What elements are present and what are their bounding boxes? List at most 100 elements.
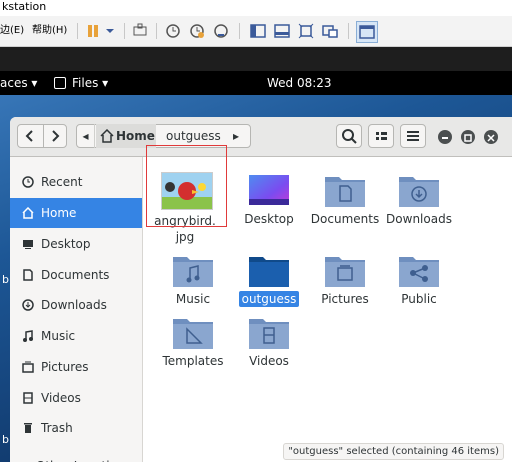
videos-folder-icon: [249, 319, 289, 349]
pictures-folder-icon: [325, 257, 365, 287]
toolbar-separator: [348, 23, 349, 39]
fullscreen-icon[interactable]: [298, 23, 314, 39]
maximize-icon: [464, 134, 472, 142]
music-icon: [23, 330, 33, 342]
search-button[interactable]: [336, 124, 362, 148]
send-keys-icon[interactable]: [132, 23, 148, 39]
download-icon: [22, 299, 34, 311]
toolbar-separator: [156, 23, 157, 39]
sidebar-item-label: Trash: [41, 421, 73, 435]
templates-folder-icon: [173, 319, 213, 349]
file-item[interactable]: Downloads: [380, 165, 458, 243]
host-toolbar: 边(E) 帮助(H): [0, 16, 512, 47]
file-name: outguess: [230, 291, 308, 307]
console-view-icon[interactable]: [274, 23, 290, 39]
forward-button[interactable]: [43, 125, 67, 147]
sidebar-item-trash[interactable]: Trash: [10, 413, 142, 443]
file-item[interactable]: Documents: [306, 165, 384, 243]
file-name: Desktop: [244, 212, 294, 226]
recent-icon: [22, 176, 34, 188]
sidebar-item-label: Music: [41, 329, 76, 343]
menu-help[interactable]: 帮助(H): [32, 22, 67, 40]
sidebar-item-home[interactable]: Home: [10, 198, 142, 228]
menu-button[interactable]: [400, 124, 426, 148]
vm-frame-top: [0, 47, 512, 71]
file-name: Videos: [249, 354, 289, 368]
home-icon: [100, 129, 114, 143]
revert-snapshot-icon[interactable]: [189, 23, 205, 39]
breadcrumb-home[interactable]: Home: [96, 124, 156, 148]
sidebar-item-other-locations[interactable]: + Other Locations: [10, 451, 142, 462]
files-window: ◂ Home outguess ▸ Recent Home Desktop Do…: [10, 117, 512, 462]
image-thumbnail: [161, 172, 213, 210]
selected-file-label: outguess: [238, 291, 300, 307]
toolbar-separator: [124, 23, 125, 39]
file-item[interactable]: Templates: [154, 307, 232, 385]
public-folder-icon: [399, 257, 439, 287]
file-item[interactable]: Desktop: [230, 165, 308, 243]
status-bar: "outguess" selected (containing 46 items…: [283, 443, 504, 460]
close-button[interactable]: [484, 130, 498, 144]
file-item[interactable]: angrybird. jpg: [146, 165, 224, 244]
back-button[interactable]: [18, 125, 44, 147]
angry-bird-thumbnail-icon: [162, 182, 212, 209]
pause-icon[interactable]: [85, 23, 101, 39]
maximize-button[interactable]: [461, 130, 475, 144]
minimize-button[interactable]: [438, 130, 452, 144]
trash-icon: [24, 423, 32, 433]
sidebar-item-label: Downloads: [41, 298, 107, 312]
vm-display[interactable]: aces ▾ Files ▾ Wed 08:23 ◂ Home outguess…: [0, 47, 512, 462]
toolbar-separator: [77, 23, 78, 39]
downloads-folder-icon: [399, 177, 439, 207]
sidebar-item-music[interactable]: Music: [10, 321, 142, 351]
host-window-title: kstation: [0, 0, 512, 16]
chevron-down-icon[interactable]: [102, 23, 118, 39]
view-options-icon[interactable]: [356, 21, 378, 43]
snapshot-manager-icon[interactable]: [213, 23, 229, 39]
file-item[interactable]: Public: [380, 245, 458, 323]
sidebar-item-pictures[interactable]: Pictures: [10, 352, 142, 382]
file-name: angrybird. jpg: [154, 214, 216, 244]
sidebar-item-videos[interactable]: Videos: [10, 383, 142, 413]
breadcrumb-left-arrow[interactable]: ◂: [77, 124, 95, 148]
sidebar-item-documents[interactable]: Documents: [10, 260, 142, 290]
videos-icon: [23, 392, 33, 404]
activities-button[interactable]: aces ▾: [0, 76, 37, 90]
sidebar-item-label: Desktop: [41, 237, 91, 251]
file-name: Music: [175, 292, 211, 306]
sidebar-item-downloads[interactable]: Downloads: [10, 290, 142, 320]
sidebar-item-label: Pictures: [41, 360, 89, 374]
breadcrumb-current[interactable]: outguess: [166, 124, 221, 148]
nav-buttons: [17, 124, 67, 148]
chevron-right-icon: [52, 130, 60, 142]
sidebar-item-desktop[interactable]: Desktop: [10, 229, 142, 259]
file-item[interactable]: Pictures: [306, 245, 384, 323]
desktop-edge-text: b: [2, 273, 9, 286]
sidebar-view-icon[interactable]: [250, 23, 266, 39]
breadcrumb-right-arrow[interactable]: ▸: [228, 124, 244, 148]
sidebar-item-label: Recent: [41, 175, 83, 189]
hamburger-icon: [407, 131, 419, 141]
toolbar-separator: [239, 23, 240, 39]
snapshot-icon[interactable]: [165, 23, 181, 39]
close-icon: [487, 134, 495, 142]
clock[interactable]: Wed 08:23: [267, 76, 332, 90]
sidebar-item-label: Documents: [41, 268, 110, 282]
unity-icon[interactable]: [322, 23, 338, 39]
list-view-icon: [376, 132, 387, 140]
menu-edit[interactable]: 边(E): [0, 22, 24, 40]
files-app-menu[interactable]: Files ▾: [72, 76, 108, 90]
file-item[interactable]: Videos: [230, 307, 308, 385]
file-name: Pictures: [321, 292, 369, 306]
documents-folder-icon: [325, 177, 365, 207]
folder-icon: [249, 257, 289, 287]
pictures-icon: [22, 361, 34, 373]
chevron-left-icon: [25, 130, 33, 142]
gnome-top-bar: aces ▾ Files ▾ Wed 08:23: [0, 71, 512, 95]
file-name: Templates: [162, 354, 224, 368]
files-app-icon: [54, 77, 66, 89]
sidebar-item-label: Home: [41, 206, 77, 220]
sidebar-item-recent[interactable]: Recent: [10, 167, 142, 197]
file-name: Downloads: [386, 212, 452, 226]
view-toggle-button[interactable]: [368, 124, 394, 148]
